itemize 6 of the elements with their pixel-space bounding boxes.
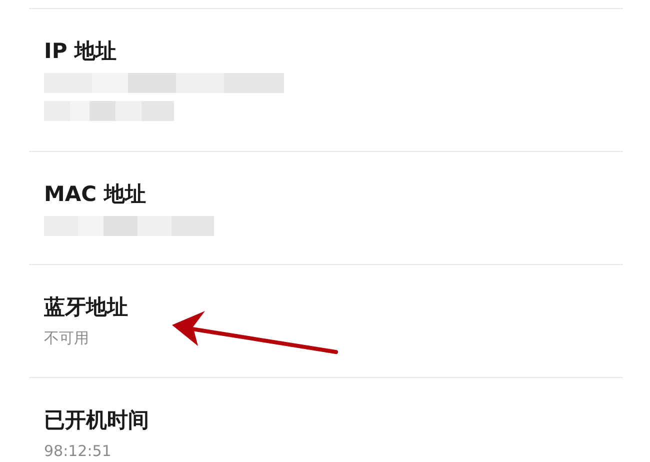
setting-value: 不可用 bbox=[44, 329, 89, 348]
setting-title: IP 地址 bbox=[44, 38, 117, 65]
setting-title: MAC 地址 bbox=[44, 181, 146, 208]
setting-title: 蓝牙地址 bbox=[44, 294, 128, 321]
setting-value: 98:12:51 bbox=[44, 442, 112, 460]
setting-title: 已开机时间 bbox=[44, 407, 149, 434]
